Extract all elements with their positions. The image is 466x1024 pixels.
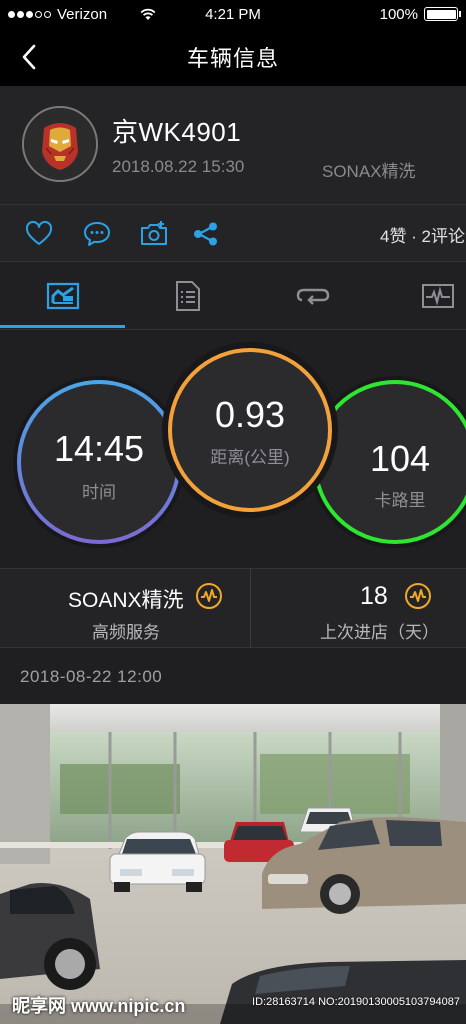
showroom-photo[interactable] xyxy=(0,704,466,1024)
action-bar: 4赞 · 2评论 xyxy=(0,204,466,262)
heart-icon xyxy=(25,220,53,245)
like-button[interactable] xyxy=(24,219,54,249)
camera-button[interactable] xyxy=(139,219,169,249)
gauge-calorie-label: 卡路里 xyxy=(374,491,426,510)
iron-mask-avatar-icon xyxy=(24,108,96,180)
car-showroom-image xyxy=(0,704,466,1024)
service-info: SOANX精洗 高频服务 18 上次进店（天） xyxy=(0,568,466,649)
watermark-id: ID:28163714 NO:20190130005103794087 xyxy=(252,996,460,1008)
dashboard-icon xyxy=(46,282,79,310)
service-frequency: 高频服务 xyxy=(92,623,160,642)
tab-repeat[interactable] xyxy=(250,262,375,330)
pulse-icon xyxy=(196,583,222,609)
chat-bubble-icon xyxy=(84,222,110,246)
gauge-distance-label: 距离(公里) xyxy=(210,448,290,467)
status-bar: Verizon 4:21 PM 100% xyxy=(0,0,466,28)
repeat-icon xyxy=(296,288,329,305)
battery-icon xyxy=(424,7,461,21)
gauge-calorie-value: 104 xyxy=(369,438,431,479)
service-name: SOANX精洗 xyxy=(68,589,184,612)
gauge-distance-value: 0.93 xyxy=(214,394,286,435)
avatar[interactable] xyxy=(22,106,98,182)
last-visit-label: 上次进店（天） xyxy=(320,623,439,642)
document-list-icon xyxy=(175,281,200,311)
tab-overview[interactable] xyxy=(0,262,125,330)
tab-pulse-monitor[interactable] xyxy=(375,262,466,330)
camera-icon xyxy=(141,221,167,245)
page-title: 车辆信息 xyxy=(186,46,279,71)
active-tab-indicator xyxy=(0,325,125,328)
info-divider xyxy=(250,569,251,649)
record-datetime: 2018.08.22 15:30 xyxy=(112,157,245,176)
post-timestamp: 2018-08-22 12:00 xyxy=(20,667,163,686)
profile-card: 京WK4901 2018.08.22 15:30 SONAX精洗 xyxy=(0,86,466,204)
likes-comments-count: 4赞 · 2评论 xyxy=(380,227,466,246)
post-header: 2018-08-22 12:00 xyxy=(0,648,466,704)
gauge-time-value: 14:45 xyxy=(53,428,145,469)
pulse-icon xyxy=(405,583,431,609)
share-button[interactable] xyxy=(191,219,221,249)
tab-document[interactable] xyxy=(125,262,250,330)
watermark-logo: 昵享网 www.nipic.cn xyxy=(12,996,186,1016)
back-button[interactable] xyxy=(14,40,44,74)
share-icon xyxy=(194,222,217,246)
plate-number: 京WK4901 xyxy=(112,117,242,147)
battery-percent: 100% xyxy=(379,5,418,23)
gauge-time-label: 时间 xyxy=(82,483,116,502)
service-type: SONAX精洗 xyxy=(322,162,416,181)
comment-button[interactable] xyxy=(82,219,112,249)
nav-bar: 车辆信息 xyxy=(0,28,466,86)
stats-gauges: 14:45 时间 0.93 距离(公里) 104 卡路里 xyxy=(0,330,466,568)
days-since-visit: 18 xyxy=(360,582,388,610)
chevron-left-icon xyxy=(22,44,36,70)
tab-bar xyxy=(0,262,466,330)
pulse-monitor-icon xyxy=(421,284,454,308)
battery-group: 100% xyxy=(379,5,461,23)
